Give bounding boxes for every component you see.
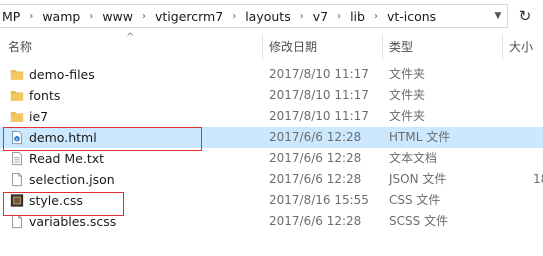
- breadcrumb[interactable]: MP › wamp › www › vtigercrm7 › layouts ›…: [0, 4, 508, 28]
- file-type: JSON 文件: [389, 172, 447, 186]
- file-type: 文件夹: [389, 109, 426, 123]
- chevron-right-icon[interactable]: ›: [368, 11, 384, 22]
- address-bar: MP › wamp › www › vtigercrm7 › layouts ›…: [0, 0, 543, 32]
- annotation-box-demo-html: [3, 127, 202, 151]
- file-name: selection.json: [29, 172, 115, 187]
- chevron-right-icon[interactable]: ›: [23, 11, 39, 22]
- file-date: 2017/6/6 12:28: [269, 130, 362, 144]
- file-type: HTML 文件: [389, 130, 451, 144]
- file-row[interactable]: fonts 2017/8/10 11:17 文件夹: [0, 85, 543, 106]
- file-type: CSS 文件: [389, 193, 441, 207]
- file-type: SCSS 文件: [389, 214, 449, 228]
- file-date: 2017/8/10 11:17: [269, 67, 369, 81]
- column-header-date[interactable]: 修改日期: [265, 34, 375, 60]
- chevron-right-icon[interactable]: ›: [294, 11, 310, 22]
- folder-icon: [10, 91, 24, 101]
- breadcrumb-item[interactable]: www: [99, 9, 136, 24]
- column-header-row: ^ 名称 修改日期 类型 大小: [0, 32, 543, 60]
- column-header-type[interactable]: 类型: [385, 34, 495, 60]
- text-file-icon: [12, 151, 22, 166]
- breadcrumb-item[interactable]: vtigercrm7: [152, 9, 226, 24]
- file-icon: [12, 214, 22, 229]
- column-header-name[interactable]: 名称: [4, 34, 256, 60]
- chevron-down-icon: ▼: [494, 11, 502, 21]
- file-date: 2017/6/6 12:28: [269, 172, 362, 186]
- breadcrumb-item[interactable]: lib: [347, 9, 368, 24]
- breadcrumb-item[interactable]: wamp: [39, 9, 83, 24]
- folder-icon: [10, 70, 24, 80]
- file-type: 文件夹: [389, 88, 426, 102]
- breadcrumb-item[interactable]: MP: [0, 9, 23, 24]
- file-name: demo-files: [29, 67, 95, 82]
- column-divider[interactable]: [382, 34, 383, 60]
- breadcrumb-item[interactable]: layouts: [242, 9, 294, 24]
- chevron-right-icon[interactable]: ›: [226, 11, 242, 22]
- breadcrumb-item[interactable]: v7: [310, 9, 331, 24]
- file-type: 文件夹: [389, 67, 426, 81]
- file-row[interactable]: selection.json 2017/6/6 12:28 JSON 文件 18: [0, 169, 543, 190]
- file-date: 2017/8/16 15:55: [269, 193, 369, 207]
- file-name: Read Me.txt: [29, 151, 105, 166]
- file-row[interactable]: Read Me.txt 2017/6/6 12:28 文本文档: [0, 148, 543, 169]
- address-dropdown-button[interactable]: ▼: [489, 5, 507, 27]
- column-divider[interactable]: [502, 34, 503, 60]
- file-date: 2017/8/10 11:17: [269, 109, 369, 123]
- file-name: fonts: [29, 88, 61, 103]
- chevron-right-icon[interactable]: ›: [83, 11, 99, 22]
- file-name: ie7: [29, 109, 49, 124]
- file-size: 18: [533, 172, 543, 186]
- chevron-right-icon[interactable]: ›: [136, 11, 152, 22]
- file-date: 2017/6/6 12:28: [269, 151, 362, 165]
- refresh-icon: ↻: [518, 7, 532, 25]
- column-header-size[interactable]: 大小: [505, 34, 543, 60]
- file-icon: [12, 172, 22, 187]
- column-divider[interactable]: [262, 34, 263, 60]
- breadcrumb-item[interactable]: vt-icons: [384, 9, 439, 24]
- annotation-box-style-css: [3, 192, 124, 216]
- file-type: 文本文档: [389, 151, 438, 165]
- folder-icon: [10, 112, 24, 122]
- file-date: 2017/8/10 11:17: [269, 88, 369, 102]
- file-date: 2017/6/6 12:28: [269, 214, 362, 228]
- refresh-button[interactable]: ↻: [511, 4, 539, 28]
- file-row[interactable]: ie7 2017/8/10 11:17 文件夹: [0, 106, 543, 127]
- chevron-right-icon[interactable]: ›: [331, 11, 347, 22]
- file-row[interactable]: demo-files 2017/8/10 11:17 文件夹: [0, 64, 543, 85]
